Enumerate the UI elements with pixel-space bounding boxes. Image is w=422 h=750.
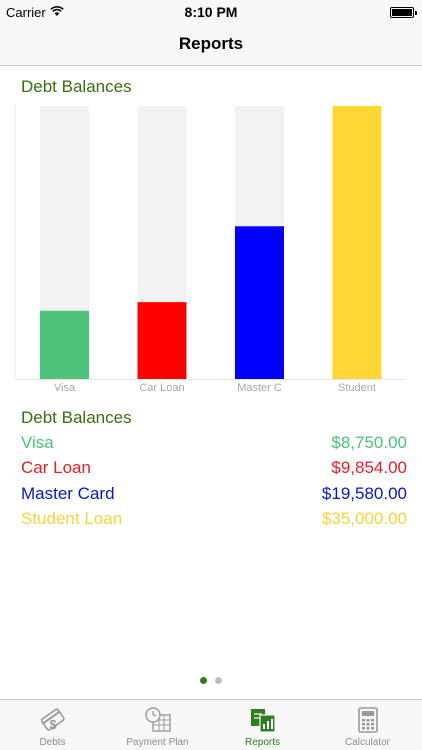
reports-icon [251,709,276,733]
bar [137,302,187,379]
tab-label: Payment Plan [126,737,189,748]
tab-calculator[interactable]: Calculator [315,700,420,750]
x-tick-label: Visa [54,382,76,394]
tab-bar: $ Debts Payment Plan Reports Calculator [0,699,422,750]
debt-name: Visa [21,433,54,452]
tab-label: Reports [244,737,280,748]
status-bar: Carrier 8:10 PM [0,0,422,24]
tab-debts[interactable]: $ Debts [0,700,105,750]
bar-chart-svg: Visa Car Loan Master C Student [15,104,405,394]
debt-amount: $35,000.00 [321,509,407,528]
debts-icon: $ [40,708,65,732]
payment-plan-icon [145,707,171,732]
page-dot-2[interactable] [215,677,222,684]
debt-amount: $19,580.00 [321,484,407,503]
page-dot-1[interactable] [200,677,207,684]
tab-label: Calculator [344,737,391,748]
page-title: Reports [178,34,244,53]
balance-row-student-loan: Student Loan $35,000.00 [21,509,407,533]
debt-amount: $8,750.00 [331,433,407,452]
balance-row-car-loan: Car Loan $9,854.00 [21,458,407,482]
debt-amount: $9,854.00 [331,458,407,477]
page-control[interactable] [0,677,422,684]
x-tick-label: Master C [237,382,282,394]
bar [40,310,89,379]
svg-text:$: $ [49,717,57,732]
debt-name: Car Loan [21,458,91,477]
clock: 8:10 PM [184,4,238,20]
chart-title: Debt Balances [21,77,132,96]
navigation-bar: Reports [0,24,422,66]
debt-name: Master Card [21,484,115,503]
bar [235,226,284,379]
debt-name: Student Loan [21,509,123,528]
list-title: Debt Balances [21,408,132,427]
battery-icon [390,7,417,18]
tab-payment-plan[interactable]: Payment Plan [105,700,210,750]
balance-row-master-card: Master Card $19,580.00 [21,484,407,508]
tab-label: Debts [39,737,66,748]
calculator-icon [358,707,378,733]
x-tick-label: Student [338,382,376,394]
x-tick-label: Car Loan [139,382,184,394]
tab-reports[interactable]: Reports [210,700,315,750]
bar [332,106,382,379]
balance-row-visa: Visa $8,750.00 [21,433,407,457]
debt-balance-chart: Visa Car Loan Master C Student [15,104,405,396]
